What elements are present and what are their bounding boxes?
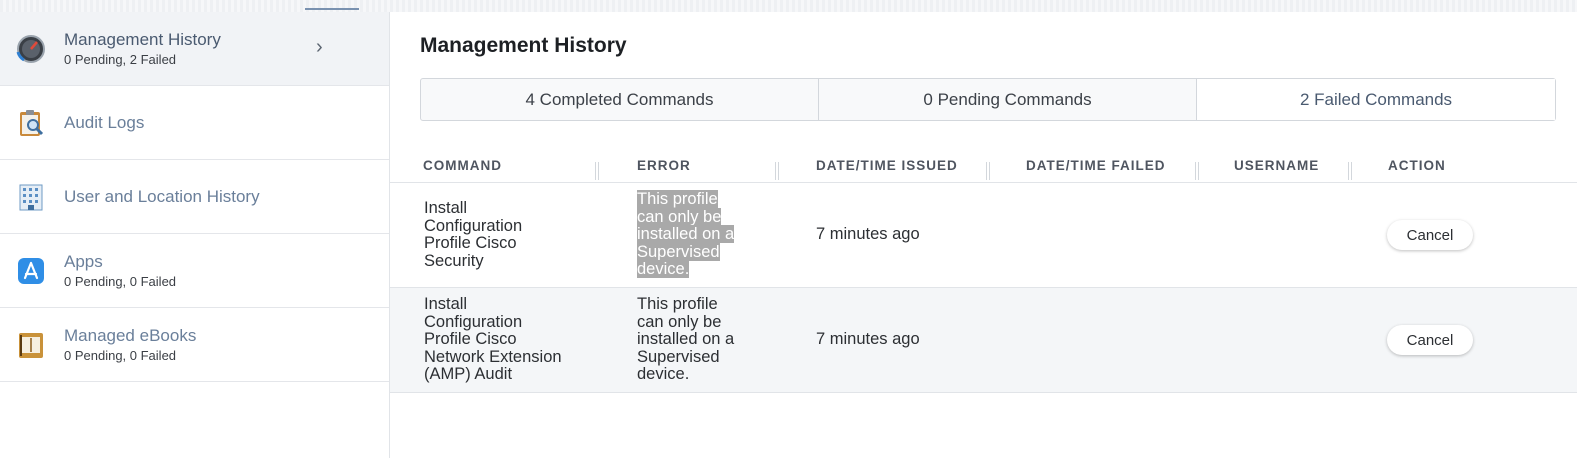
sidebar-item-user-location-history[interactable]: User and Location History bbox=[0, 160, 389, 234]
command-line: Security bbox=[424, 251, 484, 270]
sidebar-item-title: Managed eBooks bbox=[64, 326, 197, 345]
tab-completed-commands[interactable]: 4 Completed Commands bbox=[421, 79, 819, 120]
sidebar-item-apps[interactable]: Apps 0 Pending, 0 Failed bbox=[0, 234, 389, 308]
cancel-button[interactable]: Cancel bbox=[1387, 220, 1473, 250]
sidebar: Management History 0 Pending, 2 Failed ›… bbox=[0, 12, 390, 458]
table-row: Install Configuration Profile Cisco Netw… bbox=[390, 288, 1577, 393]
error-line: device. bbox=[637, 260, 690, 278]
error-line: can only be bbox=[637, 312, 722, 331]
column-resize-handle[interactable] bbox=[986, 162, 990, 180]
error-line: Supervised bbox=[637, 242, 720, 261]
command-tabs: 4 Completed Commands 0 Pending Commands … bbox=[420, 78, 1556, 121]
error-line: can only be bbox=[637, 207, 722, 226]
column-header-username[interactable]: USERNAME bbox=[1234, 158, 1319, 173]
column-resize-handle[interactable] bbox=[775, 162, 779, 180]
sidebar-item-title: Audit Logs bbox=[64, 112, 145, 132]
column-resize-handle[interactable] bbox=[1195, 162, 1199, 180]
sidebar-item-title: Management History bbox=[64, 30, 221, 49]
error-line: This profile bbox=[637, 190, 718, 208]
error-cell: This profile can only be installed on a … bbox=[637, 190, 757, 279]
top-tab-indicator bbox=[305, 8, 359, 10]
main-panel: Management History 4 Completed Commands … bbox=[390, 12, 1577, 458]
sidebar-item-subtitle: 0 Pending, 0 Failed bbox=[64, 348, 177, 363]
building-icon bbox=[16, 182, 46, 212]
table-header: COMMAND ERROR DATE/TIME ISSUED DATE/TIME… bbox=[390, 152, 1577, 183]
column-header-action: ACTION bbox=[1388, 158, 1446, 173]
error-line: installed on a bbox=[637, 225, 735, 243]
tab-failed-commands[interactable]: 2 Failed Commands bbox=[1197, 79, 1555, 120]
error-line: Supervised bbox=[637, 347, 720, 366]
error-line: This profile bbox=[637, 295, 718, 313]
app-store-icon bbox=[16, 256, 46, 286]
column-header-date-issued[interactable]: DATE/TIME ISSUED bbox=[816, 158, 958, 173]
command-line: Install bbox=[424, 199, 468, 217]
command-cell: Install Configuration Profile Cisco Secu… bbox=[424, 199, 584, 270]
sidebar-item-audit-logs[interactable]: Audit Logs bbox=[0, 86, 389, 160]
command-line: Profile Cisco bbox=[424, 234, 517, 252]
error-cell: This profile can only be installed on a … bbox=[637, 295, 757, 384]
book-icon bbox=[16, 330, 46, 360]
sidebar-item-management-history[interactable]: Management History 0 Pending, 2 Failed › bbox=[0, 12, 389, 86]
gauge-icon bbox=[16, 34, 46, 64]
clipboard-search-icon bbox=[16, 108, 46, 138]
column-resize-handle[interactable] bbox=[595, 162, 599, 180]
sidebar-item-title: Apps bbox=[64, 252, 103, 271]
error-line: installed on a bbox=[637, 330, 735, 348]
command-line: (AMP) Audit bbox=[424, 365, 513, 383]
sidebar-item-managed-ebooks[interactable]: Managed eBooks 0 Pending, 0 Failed bbox=[0, 308, 389, 382]
top-strip bbox=[0, 0, 1577, 12]
column-header-date-failed[interactable]: DATE/TIME FAILED bbox=[1026, 158, 1166, 173]
command-line: Install bbox=[424, 295, 468, 313]
cancel-button[interactable]: Cancel bbox=[1387, 325, 1473, 355]
column-header-command[interactable]: COMMAND bbox=[423, 158, 502, 173]
table-row: Install Configuration Profile Cisco Secu… bbox=[390, 183, 1577, 288]
error-line: device. bbox=[637, 365, 690, 383]
column-header-error[interactable]: ERROR bbox=[637, 158, 691, 173]
sidebar-item-subtitle: 0 Pending, 0 Failed bbox=[64, 274, 177, 289]
command-line: Configuration bbox=[424, 216, 523, 235]
chevron-right-icon: › bbox=[316, 36, 323, 58]
date-issued-cell: 7 minutes ago bbox=[816, 225, 920, 243]
command-line: Configuration bbox=[424, 312, 523, 331]
sidebar-item-title: User and Location History bbox=[64, 186, 260, 206]
command-cell: Install Configuration Profile Cisco Netw… bbox=[424, 295, 584, 384]
sidebar-item-subtitle: 0 Pending, 2 Failed bbox=[64, 52, 177, 67]
page-title: Management History bbox=[420, 34, 627, 57]
command-line: Network Extension bbox=[424, 347, 562, 366]
command-line: Profile Cisco bbox=[424, 330, 517, 348]
column-resize-handle[interactable] bbox=[1348, 162, 1352, 180]
date-issued-cell: 7 minutes ago bbox=[816, 330, 920, 348]
tab-pending-commands[interactable]: 0 Pending Commands bbox=[819, 79, 1197, 120]
